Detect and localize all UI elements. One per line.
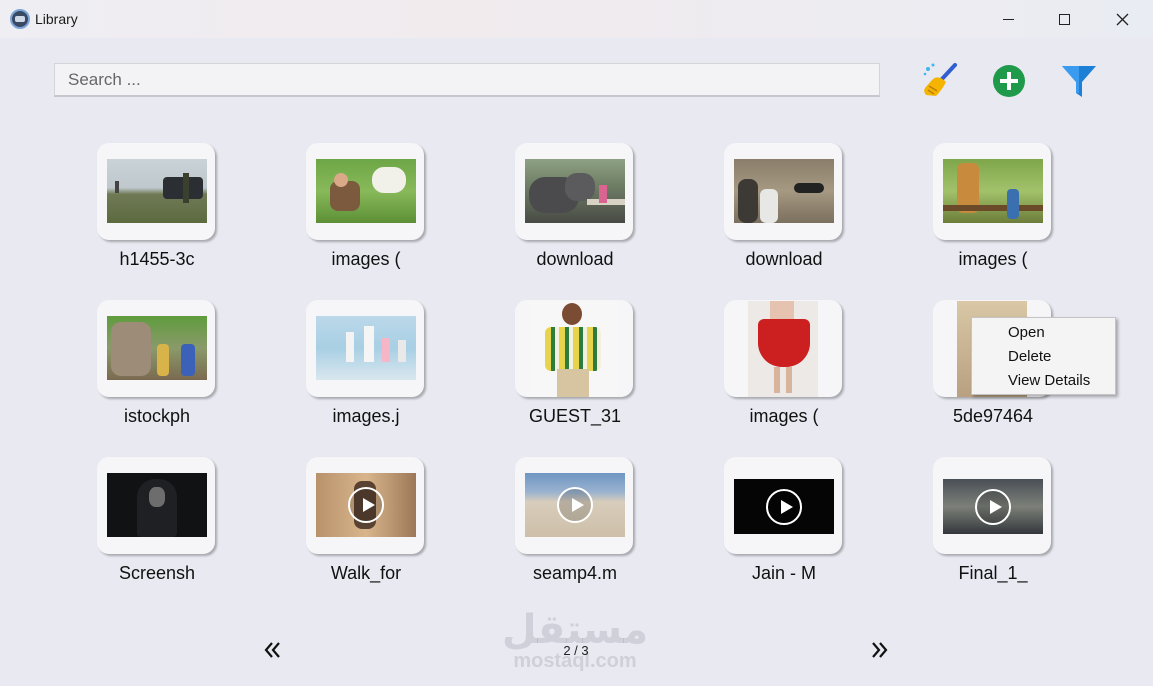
media-label: Jain - M <box>751 563 816 583</box>
window-title: Library <box>35 11 78 27</box>
media-card[interactable] <box>933 457 1051 554</box>
context-menu: Open Delete View Details <box>971 317 1116 395</box>
media-card[interactable] <box>97 143 215 240</box>
media-card[interactable] <box>724 300 842 397</box>
media-card[interactable] <box>306 457 424 554</box>
close-button[interactable] <box>1099 0 1145 38</box>
video-thumbnail <box>734 479 834 534</box>
broom-icon <box>923 63 957 96</box>
photo-thumbnail <box>529 301 617 397</box>
video-thumbnail <box>943 479 1043 534</box>
maximize-icon <box>1058 13 1070 25</box>
media-card[interactable] <box>515 143 633 240</box>
media-label: download <box>536 249 614 269</box>
filter-button[interactable] <box>1059 60 1099 100</box>
media-label: GUEST_31 <box>528 406 622 426</box>
menu-item-open[interactable]: Open <box>972 322 1115 346</box>
photo-thumbnail <box>316 316 416 380</box>
double-chevron-left-icon <box>264 642 280 658</box>
search-input[interactable] <box>54 63 880 97</box>
double-chevron-right-icon <box>872 642 888 658</box>
media-card[interactable] <box>97 457 215 554</box>
media-label: images.j <box>332 406 400 426</box>
menu-item-delete[interactable]: Delete <box>972 346 1115 370</box>
video-thumbnail <box>316 473 416 537</box>
video-thumbnail <box>525 473 625 537</box>
photo-thumbnail <box>107 159 207 223</box>
play-icon <box>348 487 384 523</box>
media-card[interactable] <box>306 143 424 240</box>
media-card[interactable] <box>724 143 842 240</box>
media-label: download <box>745 249 823 269</box>
close-icon <box>1116 13 1128 25</box>
media-card[interactable] <box>306 300 424 397</box>
previous-page-button[interactable] <box>258 636 286 664</box>
media-label: images ( <box>331 249 401 269</box>
minimize-icon <box>1002 18 1014 20</box>
title-bar: Library <box>0 0 1153 38</box>
media-label: Final_1_ <box>958 563 1028 583</box>
app-logo-icon <box>10 9 30 29</box>
media-card[interactable] <box>933 143 1051 240</box>
funnel-icon <box>1062 66 1096 97</box>
play-icon <box>557 487 593 523</box>
media-card[interactable] <box>515 457 633 554</box>
photo-thumbnail <box>107 473 207 537</box>
photo-thumbnail <box>734 159 834 223</box>
photo-thumbnail <box>107 316 207 380</box>
minimize-button[interactable] <box>985 0 1031 38</box>
plus-circle-icon <box>993 65 1025 97</box>
maximize-button[interactable] <box>1041 0 1087 38</box>
media-card[interactable] <box>97 300 215 397</box>
watermark: مستقل mostaql.com <box>501 607 649 672</box>
clean-button[interactable] <box>920 60 960 100</box>
media-label: images ( <box>958 249 1028 269</box>
media-label: seamp4.m <box>532 563 618 583</box>
photo-thumbnail <box>943 159 1043 223</box>
add-button[interactable] <box>990 60 1030 100</box>
media-label: istockph <box>123 406 191 426</box>
menu-item-view-details[interactable]: View Details <box>972 370 1115 394</box>
photo-thumbnail <box>316 159 416 223</box>
media-card[interactable] <box>515 300 633 397</box>
media-label: h1455-3c <box>119 249 195 269</box>
media-label: Walk_for <box>330 563 402 583</box>
next-page-button[interactable] <box>866 636 894 664</box>
media-label: Screensh <box>118 563 196 583</box>
media-card[interactable] <box>724 457 842 554</box>
play-icon <box>975 488 1011 525</box>
media-label: images ( <box>749 406 819 426</box>
photo-thumbnail <box>748 301 818 397</box>
page-indicator: 2 / 3 <box>563 643 589 658</box>
play-icon <box>766 488 802 525</box>
photo-thumbnail <box>525 159 625 223</box>
media-label: 5de97464 <box>952 406 1034 426</box>
